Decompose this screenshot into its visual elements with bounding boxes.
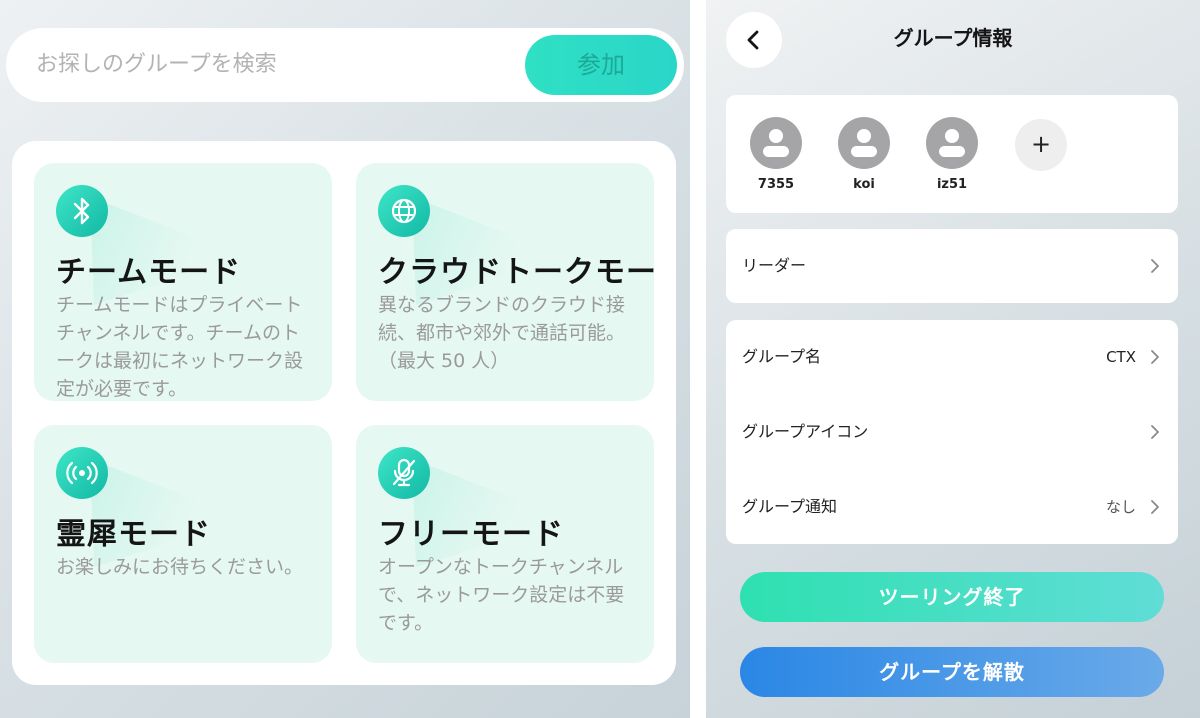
group-notice-label: グループ通知 [742,497,838,516]
mic-off-icon [378,447,430,499]
team-mode-card[interactable]: チームモード チームモードはプライベートチャンネルです。チームのトークは最初にネ… [34,163,332,401]
chevron-right-icon [1151,350,1159,364]
avatar-icon [750,117,802,169]
mode-description: 異なるブランドのクラウド接続、都市や郊外で通話可能。（最大 50 人） [378,294,626,372]
broadcast-icon [56,447,108,499]
member-name: 7355 [757,177,795,192]
group-info-screen: グループ情報 7355 koi iz51 + リーダー グループ名 CTX グル… [706,0,1200,718]
end-touring-button[interactable]: ツーリング終了 [740,572,1164,622]
mode-title: フリーモード [378,517,564,552]
member-item[interactable]: koi [834,117,894,192]
member-item[interactable]: iz51 [922,117,982,192]
avatar-icon [926,117,978,169]
join-button[interactable]: 参加 [525,35,677,95]
mode-title: 霊犀モード [56,517,211,552]
chevron-right-icon [1151,259,1159,273]
cloud-talk-mode-card[interactable]: クラウドトークモー 異なるブランドのクラウド接続、都市や郊外で通話可能。（最大 … [356,163,654,401]
group-name-row[interactable]: グループ名 CTX [726,320,1178,394]
free-mode-card[interactable]: フリーモード オープンなトークチャンネルで、ネットワーク設定は不要です。 [356,425,654,663]
add-member-button[interactable]: + [1015,119,1067,171]
mode-description: チームモードはプライベートチャンネルです。チームのトークは最初にネットワーク設定… [56,294,304,400]
mode-description: お楽しみにお待ちください。 [56,556,304,578]
group-settings-card: グループ名 CTX グループアイコン グループ通知 なし [726,320,1178,544]
search-bar: お探しのグループを検索 参加 [6,28,684,102]
search-input[interactable]: お探しのグループを検索 [36,28,277,102]
group-search-screen: お探しのグループを検索 参加 チームモード チームモードはプライベートチャンネル… [0,0,690,718]
group-name-value: CTX [1106,348,1136,366]
globe-icon [378,185,430,237]
leader-row[interactable]: リーダー [726,229,1178,303]
chevron-right-icon [1151,500,1159,514]
lingxi-mode-card[interactable]: 霊犀モード お楽しみにお待ちください。 [34,425,332,663]
members-card: 7355 koi iz51 + [726,95,1178,213]
disband-group-button[interactable]: グループを解散 [740,647,1164,697]
page-title: グループ情報 [893,26,1013,50]
leader-card: リーダー [726,229,1178,303]
group-notice-row[interactable]: グループ通知 なし [726,470,1178,544]
group-icon-row[interactable]: グループアイコン [726,395,1178,469]
group-name-label: グループ名 [742,347,822,366]
mode-panel: チームモード チームモードはプライベートチャンネルです。チームのトークは最初にネ… [12,141,676,685]
mode-title: チームモード [56,255,242,290]
group-notice-value: なし [1105,498,1136,516]
group-icon-label: グループアイコン [742,422,869,441]
member-item[interactable]: 7355 [746,117,806,192]
mode-description: オープンなトークチャンネルで、ネットワーク設定は不要です。 [378,556,625,634]
avatar-icon [838,117,890,169]
leader-label: リーダー [742,256,807,275]
member-name: koi [853,177,875,192]
bluetooth-icon [56,185,108,237]
mode-title: クラウドトークモー [378,255,654,290]
member-name: iz51 [936,177,968,192]
chevron-right-icon [1151,425,1159,439]
